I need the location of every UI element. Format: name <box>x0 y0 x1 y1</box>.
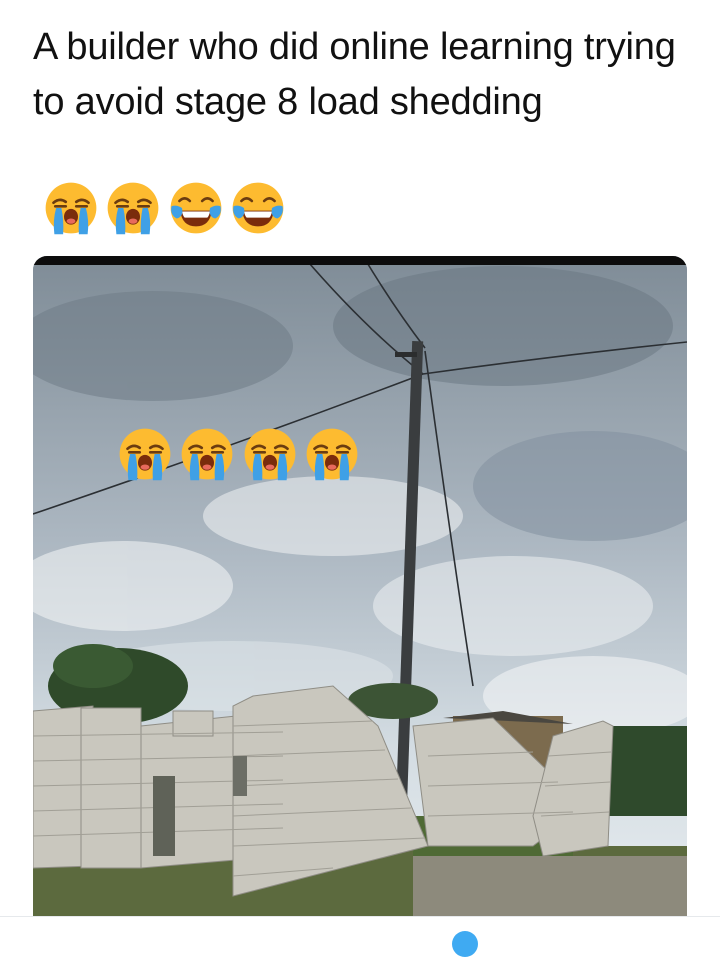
loudly-crying-face-icon <box>43 180 99 236</box>
post-bottom-bar <box>0 916 720 957</box>
post-image[interactable] <box>33 256 687 916</box>
doorway-opening <box>153 776 175 856</box>
loudly-crying-face-icon <box>105 180 161 236</box>
tears-of-joy-face-icon <box>168 180 224 236</box>
building-photo <box>33 256 687 916</box>
loudly-crying-face-icon <box>117 426 173 482</box>
pole-crossarm <box>395 352 417 357</box>
loudly-crying-face-icon <box>304 426 360 482</box>
tears-of-joy-face-icon <box>230 180 286 236</box>
image-emoji-row <box>117 426 362 482</box>
loudly-crying-face-icon <box>242 426 298 482</box>
caption-emoji-row <box>43 180 288 236</box>
image-top-edge <box>33 256 687 265</box>
loudly-crying-face-icon <box>179 426 235 482</box>
post-text: A builder who did online learning trying… <box>33 26 676 123</box>
